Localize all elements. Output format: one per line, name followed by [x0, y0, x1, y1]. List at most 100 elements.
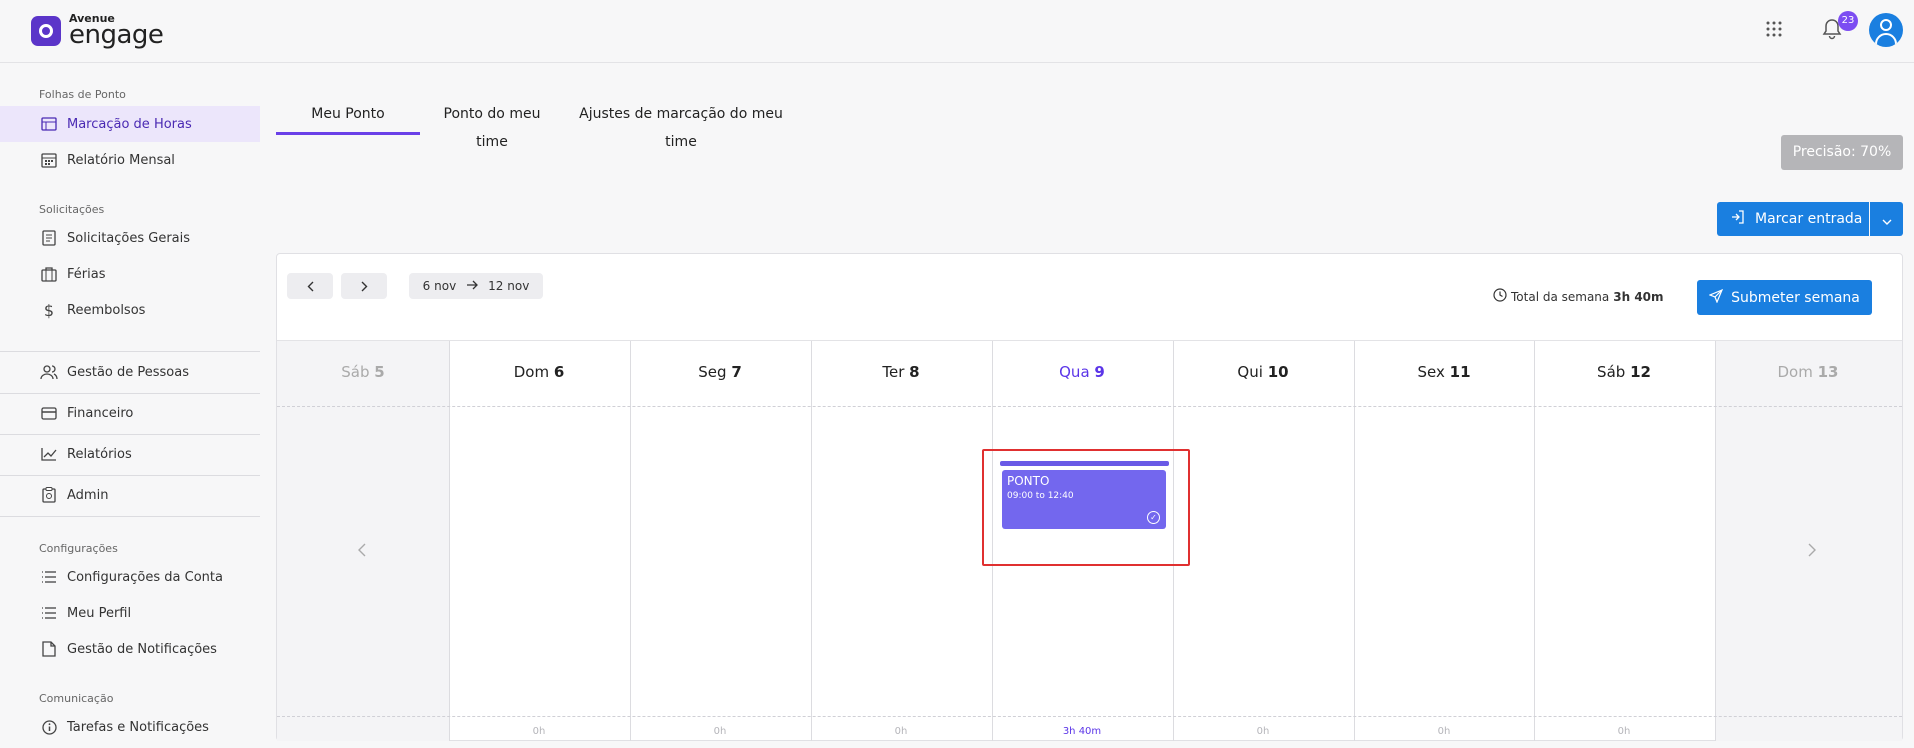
day-number: 6	[553, 363, 565, 381]
sidebar-divider	[0, 351, 260, 352]
sidebar-item-gestao-pessoas[interactable]: Gestão de Pessoas	[0, 354, 260, 390]
clock-in-dropdown-button[interactable]	[1870, 202, 1903, 236]
day-name: Qui	[1237, 363, 1263, 381]
sidebar-item-ferias[interactable]: Férias	[0, 256, 260, 292]
day-name: Seg	[698, 363, 727, 381]
suitcase-icon	[40, 265, 58, 283]
week-total-value: 3h 40m	[1613, 289, 1664, 304]
sidebar-item-label: Solicitações Gerais	[67, 230, 191, 246]
chart-line-icon	[40, 445, 58, 463]
chevron-right-icon	[361, 277, 368, 296]
week-calendar: 6 nov 12 nov Total da semana 3h 40m Subm…	[276, 253, 1903, 741]
document-icon	[40, 640, 58, 658]
notification-badge: 23	[1838, 11, 1858, 31]
day-number: 8	[909, 363, 920, 381]
sidebar-item-label: Marcação de Horas	[67, 116, 192, 132]
sidebar-item-label: Configurações da Conta	[67, 569, 223, 585]
tab-meu-ponto[interactable]: Meu Ponto	[276, 100, 420, 135]
day-header: Sex 11	[1354, 363, 1534, 381]
day-header: Sáb 5	[273, 363, 453, 381]
clock-in-button[interactable]: Marcar entrada	[1717, 202, 1869, 236]
selection-highlight	[982, 449, 1190, 566]
day-name: Ter	[882, 363, 905, 381]
day-name: Qua	[1059, 363, 1090, 381]
logo-main-text: engage	[69, 20, 164, 50]
footer-separator	[277, 716, 1902, 717]
timesheet-icon	[40, 115, 58, 133]
day-number: 11	[1449, 363, 1471, 381]
sidebar: Folhas de Ponto Marcação de Horas Relató…	[0, 64, 260, 748]
day-total: 0h	[894, 726, 908, 737]
day-name: Sex	[1417, 363, 1445, 381]
sidebar-item-marcacao-horas[interactable]: Marcação de Horas	[0, 106, 260, 142]
day-total: 0h	[713, 726, 727, 737]
sidebar-item-gestao-notificacoes[interactable]: Gestão de Notificações	[0, 631, 260, 667]
range-start: 6 nov	[422, 279, 457, 293]
section-title-comunicacao: Comunicação	[39, 692, 114, 705]
day-name: Sáb	[1597, 363, 1626, 381]
user-avatar-icon[interactable]	[1869, 13, 1903, 47]
date-range-picker[interactable]: 6 nov 12 nov	[409, 273, 543, 299]
column-divider	[1715, 341, 1716, 741]
sidebar-item-reembolsos[interactable]: $ Reembolsos	[0, 292, 260, 328]
sidebar-divider	[0, 475, 260, 476]
app-logo[interactable]: Avenue engage	[31, 13, 164, 50]
sidebar-item-label: Admin	[67, 487, 109, 503]
sidebar-item-relatorio-mensal[interactable]: Relatório Mensal	[0, 142, 260, 178]
sidebar-item-admin[interactable]: Admin	[0, 477, 260, 513]
chevron-left-icon[interactable]	[357, 541, 366, 562]
dollar-icon: $	[43, 300, 55, 320]
prev-week-button[interactable]	[287, 273, 333, 299]
sidebar-item-label: Gestão de Notificações	[67, 641, 217, 657]
section-title-solicitacoes: Solicitações	[39, 203, 105, 216]
day-number: 9	[1094, 363, 1105, 381]
day-number: 5	[374, 363, 385, 381]
sidebar-item-solicitacoes-gerais[interactable]: Solicitações Gerais	[0, 220, 260, 256]
sidebar-item-label: Tarefas e Notificações	[67, 719, 209, 735]
sidebar-item-meu-perfil[interactable]: Meu Perfil	[0, 595, 260, 631]
header-separator	[277, 406, 1902, 407]
sidebar-item-relatorios[interactable]: Relatórios	[0, 436, 260, 472]
day-total: 0h	[532, 726, 546, 737]
day-header: Ter 8	[811, 363, 991, 381]
clipboard-icon	[40, 486, 58, 504]
day-header: Seg 7	[630, 363, 810, 381]
section-title-folhas: Folhas de Ponto	[39, 88, 126, 101]
sidebar-divider	[0, 434, 260, 435]
sidebar-item-financeiro[interactable]: Financeiro	[0, 395, 260, 431]
week-total-label: Total da semana	[1511, 289, 1610, 304]
day-name: Sáb	[341, 363, 370, 381]
column-divider	[1534, 341, 1535, 741]
submit-week-label: Submeter semana	[1731, 289, 1860, 306]
tab-ajustes-marcacao[interactable]: Ajustes de marcação do meu time	[568, 100, 794, 150]
day-total: 0h	[1437, 726, 1451, 737]
column-divider	[811, 341, 812, 741]
week-grid: Sáb 5 Dom 6 Seg 7 Ter 8 Qua 9 Qui 10 Sex…	[277, 340, 1902, 741]
sidebar-item-tarefas-notificacoes[interactable]: Tarefas e Notificações	[0, 709, 260, 745]
column-divider	[1354, 341, 1355, 741]
week-total: Total da semana 3h 40m	[1493, 288, 1664, 305]
day-total-today: 3h 40m	[1062, 726, 1102, 737]
day-header: Dom 13	[1718, 363, 1898, 381]
sidebar-item-label: Gestão de Pessoas	[67, 364, 189, 380]
section-title-configuracoes: Configurações	[39, 542, 118, 555]
day-name: Dom	[513, 363, 550, 381]
send-icon	[1708, 288, 1724, 307]
sidebar-item-label: Financeiro	[67, 405, 134, 421]
column-divider	[449, 341, 450, 741]
submit-week-button[interactable]: Submeter semana	[1697, 280, 1872, 315]
day-header-today: Qua 9	[992, 363, 1172, 381]
day-header: Sáb 12	[1534, 363, 1714, 381]
calendar-icon	[40, 151, 58, 169]
apps-grid-icon[interactable]	[1761, 18, 1787, 44]
chevron-right-icon[interactable]	[1808, 541, 1817, 562]
sidebar-item-configuracoes-conta[interactable]: Configurações da Conta	[0, 559, 260, 595]
next-week-button[interactable]	[341, 273, 387, 299]
request-icon	[40, 229, 58, 247]
tab-ponto-meu-time[interactable]: Ponto do meu time	[426, 100, 558, 150]
login-icon	[1731, 210, 1745, 228]
sidebar-item-label: Relatório Mensal	[67, 152, 175, 168]
range-end: 12 nov	[488, 279, 530, 293]
credit-card-icon	[40, 404, 58, 422]
sidebar-item-label: Meu Perfil	[67, 605, 132, 621]
